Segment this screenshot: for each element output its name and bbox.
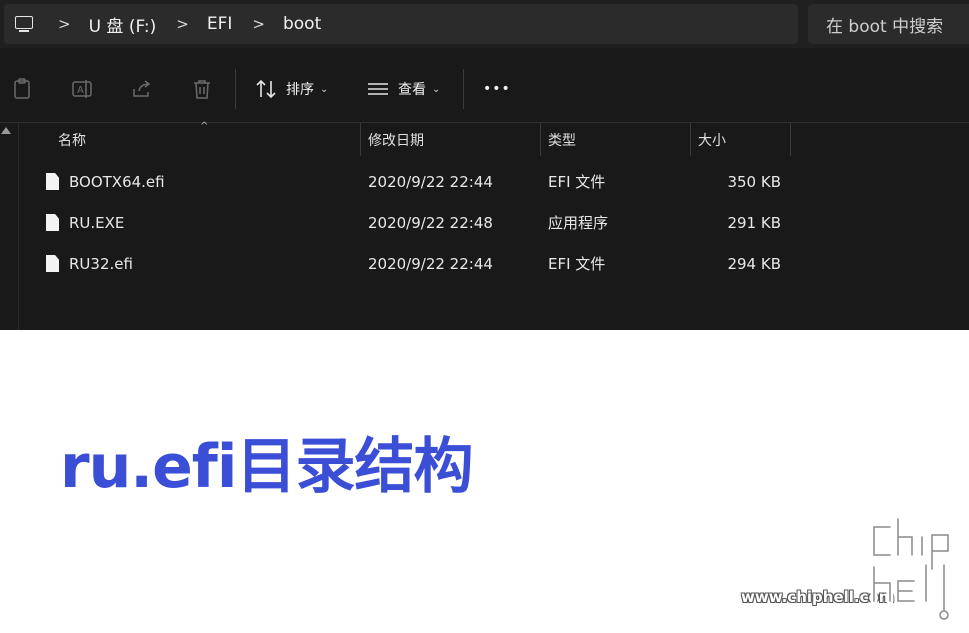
- search-placeholder: 在 boot 中搜索: [826, 16, 944, 37]
- share-icon: [133, 80, 151, 97]
- sort-icon: [256, 79, 276, 99]
- file-icon: [46, 173, 59, 190]
- breadcrumb-drive[interactable]: U 盘 (F:): [89, 12, 157, 37]
- file-row[interactable]: BOOTX64.efi 2020/9/22 22:44 EFI 文件 350 K…: [30, 161, 810, 202]
- file-size: 350 KB: [727, 172, 781, 191]
- chevron-down-icon: ⌄: [320, 83, 329, 95]
- breadcrumb[interactable]: > U 盘 (F:) > EFI > boot: [4, 4, 798, 44]
- toolbar-divider: [463, 69, 464, 109]
- file-date: 2020/9/22 22:48: [368, 213, 493, 232]
- computer-icon[interactable]: [14, 15, 36, 33]
- chiphell-logo: [870, 515, 952, 620]
- column-name-label: 名称: [58, 132, 86, 149]
- address-bar: > U 盘 (F:) > EFI > boot 在 boot 中搜索: [0, 0, 969, 48]
- command-bar: A 排序 ⌄ 查看 ⌄ •••: [0, 56, 969, 122]
- breadcrumb-boot[interactable]: boot: [283, 14, 321, 34]
- caption-heading: ru.efi目录结构: [60, 432, 473, 502]
- file-name-cell: RU.EXE: [46, 202, 124, 243]
- view-list-icon: [368, 83, 388, 95]
- file-name: RU32.efi: [69, 254, 133, 273]
- svg-text:A: A: [77, 85, 84, 96]
- delete-button[interactable]: [190, 75, 214, 103]
- file-row[interactable]: RU32.efi 2020/9/22 22:44 EFI 文件 294 KB: [30, 243, 810, 284]
- file-size: 294 KB: [727, 254, 781, 273]
- trash-icon: [194, 80, 210, 99]
- file-date: 2020/9/22 22:44: [368, 172, 493, 191]
- column-header-size[interactable]: 大小: [698, 123, 726, 156]
- file-row[interactable]: RU.EXE 2020/9/22 22:48 应用程序 291 KB: [30, 202, 810, 243]
- column-size-label: 大小: [698, 132, 726, 149]
- chevron-down-icon: ⌄: [432, 83, 441, 95]
- column-divider[interactable]: [690, 123, 691, 156]
- column-divider[interactable]: [540, 123, 541, 156]
- file-name-cell: BOOTX64.efi: [46, 161, 165, 202]
- search-input[interactable]: 在 boot 中搜索: [808, 4, 969, 44]
- toolbar-divider: [235, 69, 236, 109]
- column-header-name[interactable]: 名称: [58, 123, 86, 156]
- file-date: 2020/9/22 22:44: [368, 254, 493, 273]
- rename-icon: A: [72, 80, 92, 98]
- column-date-label: 修改日期: [368, 132, 424, 149]
- column-header-type[interactable]: 类型: [548, 123, 576, 156]
- view-label: 查看: [398, 82, 426, 98]
- file-name-cell: RU32.efi: [46, 243, 133, 284]
- column-header-row: 名称 ^ 修改日期 类型 大小: [0, 121, 969, 156]
- file-icon: [46, 255, 59, 272]
- more-icon: •••: [483, 81, 511, 97]
- paste-button[interactable]: [10, 75, 34, 103]
- clipboard-icon: [14, 78, 30, 99]
- chevron-right-icon[interactable]: >: [176, 15, 189, 33]
- sort-label: 排序: [286, 82, 314, 98]
- file-type: EFI 文件: [548, 173, 606, 191]
- file-explorer-window: > U 盘 (F:) > EFI > boot 在 boot 中搜索 A 排序 …: [0, 0, 969, 330]
- chevron-right-icon[interactable]: >: [58, 15, 71, 33]
- file-icon: [46, 214, 59, 231]
- chevron-right-icon[interactable]: >: [252, 15, 265, 33]
- column-divider[interactable]: [790, 123, 791, 156]
- column-type-label: 类型: [548, 132, 576, 149]
- breadcrumb-efi[interactable]: EFI: [207, 14, 233, 34]
- share-button[interactable]: [130, 75, 154, 103]
- column-header-date[interactable]: 修改日期: [368, 123, 424, 156]
- file-type: 应用程序: [548, 214, 609, 232]
- more-options-button[interactable]: •••: [483, 75, 511, 103]
- file-type: EFI 文件: [548, 255, 606, 273]
- file-size: 291 KB: [727, 213, 781, 232]
- file-name: RU.EXE: [69, 213, 125, 232]
- file-name: BOOTX64.efi: [69, 172, 165, 191]
- column-divider[interactable]: [360, 123, 361, 156]
- view-button[interactable]: 查看 ⌄: [366, 75, 440, 103]
- sort-button[interactable]: 排序 ⌄: [254, 75, 328, 103]
- rename-button[interactable]: A: [70, 75, 94, 103]
- sort-ascending-icon: ^: [200, 121, 209, 132]
